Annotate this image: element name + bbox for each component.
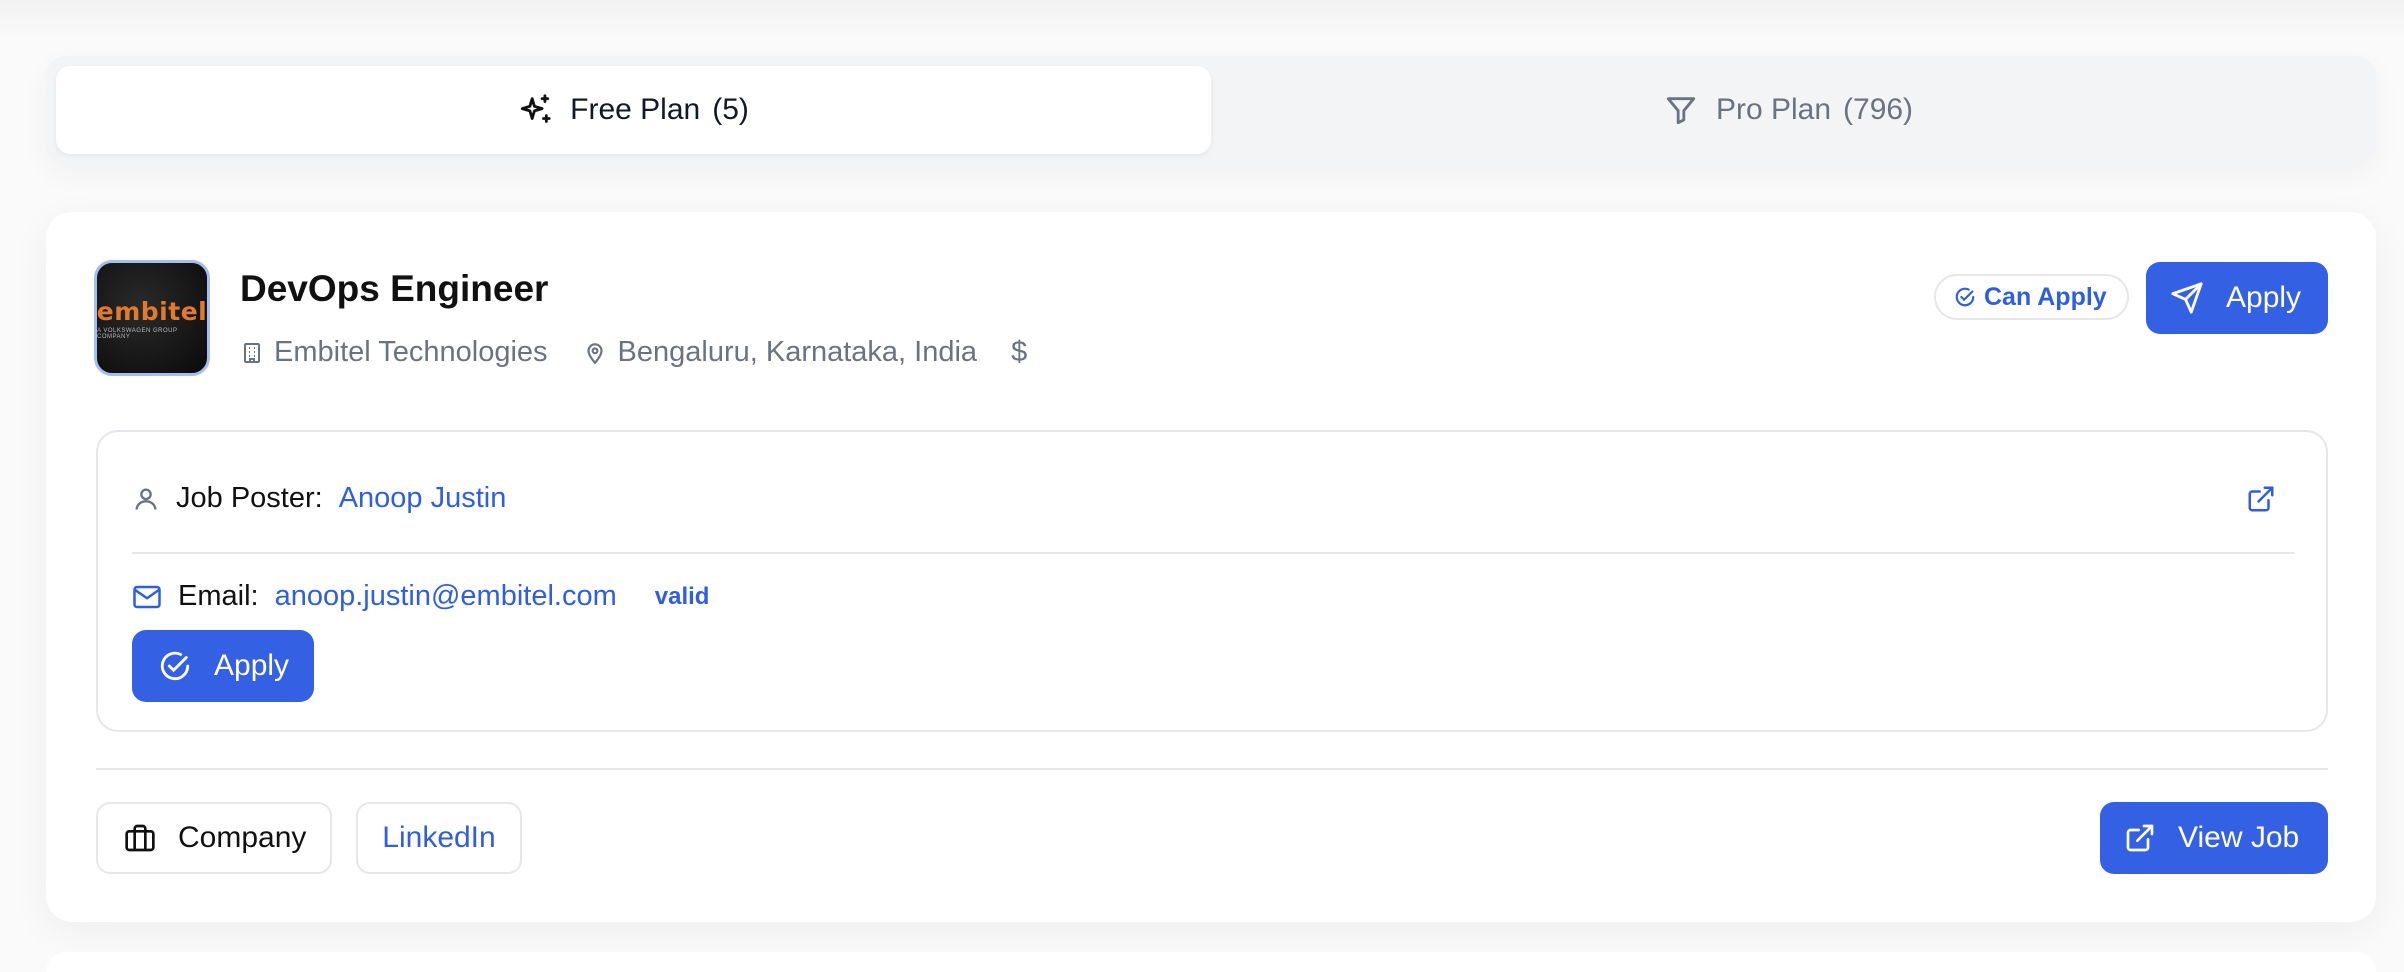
job-meta: Embitel Technologies Bengaluru, Karnatak…: [240, 336, 1061, 369]
tab-pro-plan[interactable]: Pro Plan (796): [1211, 66, 2366, 154]
building-icon: [240, 340, 264, 366]
card-divider: [96, 768, 2328, 770]
company-button[interactable]: Company: [96, 802, 332, 874]
job-title: DevOps Engineer: [240, 268, 549, 309]
can-apply-label: Can Apply: [1984, 282, 2107, 311]
apply-button-label: Apply: [2226, 281, 2302, 314]
external-link-icon: [2124, 822, 2156, 854]
tab-free-plan-count: (5): [712, 93, 749, 126]
view-job-label: View Job: [2178, 821, 2300, 854]
linkedin-button[interactable]: LinkedIn: [356, 802, 522, 874]
email-link[interactable]: anoop.justin@embitel.com: [275, 580, 617, 613]
next-card-edge: [46, 952, 2376, 972]
job-location: Bengaluru, Karnataka, India: [617, 336, 978, 368]
company-logo: embitel A VOLKSWAGEN GROUP COMPANY: [94, 260, 210, 376]
check-circle-icon: [158, 649, 192, 683]
job-poster-section: Job Poster: Anoop Justin Email: anoop.ju…: [96, 430, 2328, 732]
company-name: Embitel Technologies: [274, 336, 548, 368]
sparkles-icon: [518, 93, 552, 127]
external-link-icon[interactable]: [2246, 484, 2276, 514]
email-row: Email: anoop.justin@embitel.com valid: [132, 580, 709, 613]
check-circle-icon: [1954, 286, 1976, 308]
view-job-button[interactable]: View Job: [2100, 802, 2328, 874]
email-label: Email:: [178, 580, 259, 612]
job-card: embitel A VOLKSWAGEN GROUP COMPANY DevOp…: [46, 212, 2376, 922]
job-poster-name-link[interactable]: Anoop Justin: [339, 482, 507, 515]
poster-divider: [132, 552, 2294, 554]
map-pin-icon: [582, 340, 608, 366]
tab-free-plan[interactable]: Free Plan (5): [56, 66, 1211, 154]
apply-button[interactable]: Apply: [2146, 262, 2328, 334]
tab-pro-plan-count: (796): [1843, 93, 1914, 126]
company-button-label: Company: [178, 821, 307, 854]
company-logo-subtext: A VOLKSWAGEN GROUP COMPANY: [97, 327, 178, 340]
tab-free-plan-label: Free Plan: [570, 93, 701, 126]
send-icon: [2170, 281, 2204, 315]
user-icon: [132, 484, 160, 514]
top-shadow: [0, 0, 2404, 40]
job-poster-label: Job Poster:: [176, 482, 323, 514]
plan-tabs: Free Plan (5) Pro Plan (796): [46, 56, 2376, 164]
filter-icon: [1664, 93, 1698, 127]
location-meta: Bengaluru, Karnataka, India: [582, 336, 978, 369]
company-logo-text: embitel: [96, 296, 208, 326]
salary-meta: $: [1011, 336, 1027, 369]
tab-pro-plan-label: Pro Plan: [1715, 93, 1832, 126]
linkedin-button-label: LinkedIn: [382, 821, 496, 854]
can-apply-badge: Can Apply: [1934, 274, 2129, 320]
apply-with-poster-label: Apply: [214, 649, 290, 682]
briefcase-icon: [124, 822, 156, 854]
company-meta: Embitel Technologies: [240, 336, 548, 369]
apply-with-poster-button[interactable]: Apply: [132, 630, 314, 702]
mail-icon: [132, 582, 162, 612]
email-valid-status: valid: [654, 582, 710, 610]
job-poster-row: Job Poster: Anoop Justin: [132, 482, 506, 515]
dollar-icon: $: [1011, 336, 1028, 368]
